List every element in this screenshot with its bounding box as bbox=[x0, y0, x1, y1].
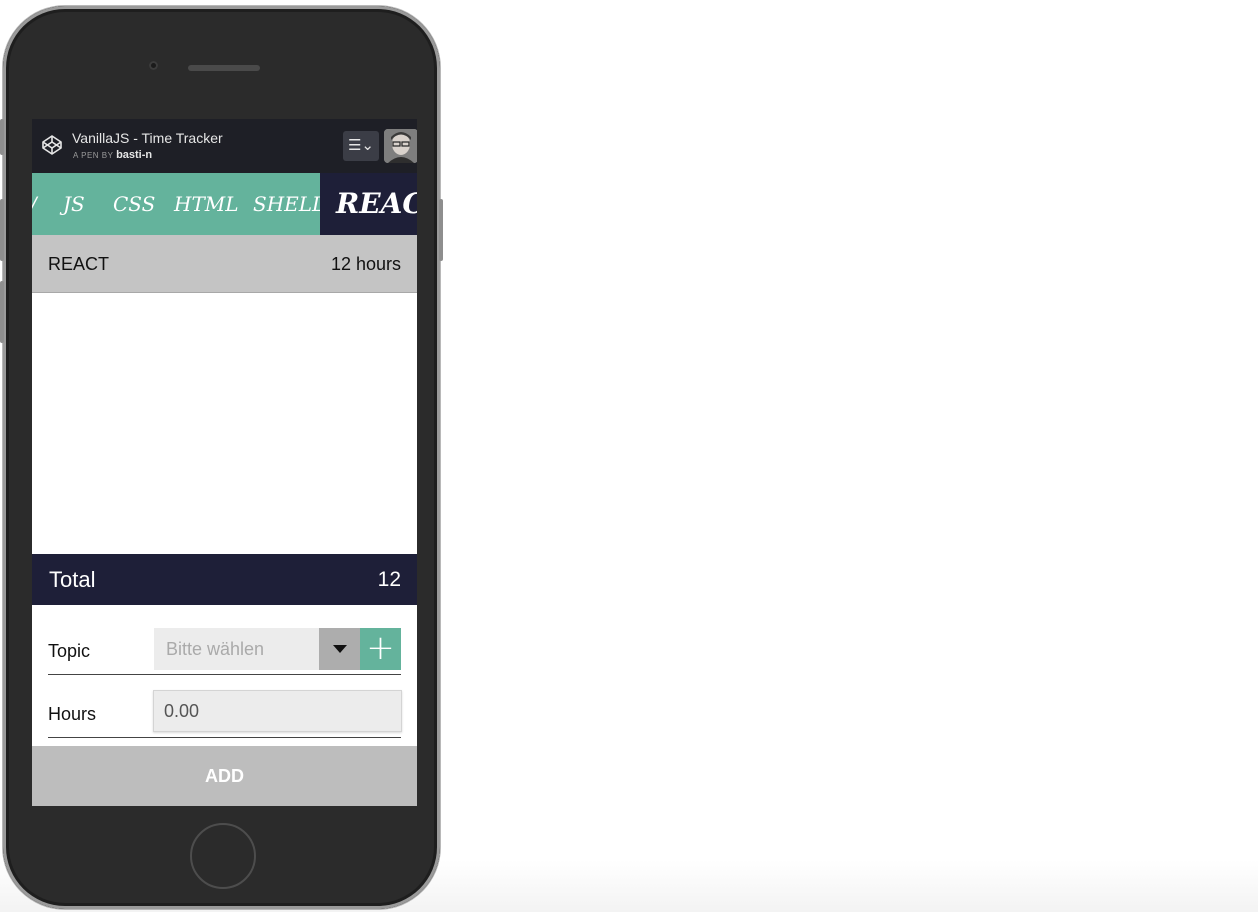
mute-switch bbox=[0, 119, 4, 155]
chevron-down-icon[interactable] bbox=[319, 628, 360, 670]
pen-author: A PEN BY basti-n bbox=[73, 149, 152, 161]
avatar-image bbox=[384, 129, 417, 163]
tab-partial[interactable]: / bbox=[32, 173, 37, 235]
front-camera bbox=[149, 61, 158, 70]
pen-title[interactable]: VanillaJS - Time Tracker bbox=[72, 130, 223, 146]
add-button[interactable]: ADD bbox=[32, 746, 417, 806]
avatar[interactable] bbox=[384, 129, 417, 163]
home-button[interactable] bbox=[190, 823, 256, 889]
topic-label: Topic bbox=[48, 641, 91, 661]
tab-css[interactable]: CSS bbox=[113, 173, 155, 235]
total-label: Total bbox=[49, 567, 96, 592]
hours-label: Hours bbox=[48, 704, 97, 724]
topic-select[interactable]: Bitte wählen bbox=[154, 628, 319, 670]
topic-hours: 12 hours bbox=[330, 254, 401, 274]
topic-tabs: / JS CSS HTML SHELL REACT bbox=[32, 173, 417, 235]
tab-shell[interactable]: SHELL bbox=[253, 173, 325, 235]
tab-js[interactable]: JS bbox=[63, 173, 85, 235]
hours-input[interactable] bbox=[153, 690, 402, 732]
total-bar: Total 12 bbox=[32, 554, 417, 605]
pen-by-prefix: A PEN BY bbox=[73, 151, 114, 160]
codepen-header: VanillaJS - Time Tracker A PEN BY basti-… bbox=[32, 119, 417, 173]
earpiece-speaker bbox=[188, 65, 260, 71]
codepen-logo-icon[interactable] bbox=[40, 133, 64, 157]
topic-summary-row: REACT 12 hours bbox=[32, 235, 417, 293]
pen-author-name[interactable]: basti-n bbox=[116, 149, 152, 161]
topic-name: REACT bbox=[48, 254, 110, 274]
power-button bbox=[439, 199, 443, 261]
volume-up-button bbox=[0, 199, 4, 261]
topic-field-row: Topic Bitte wählen + bbox=[48, 628, 401, 675]
volume-down-button bbox=[0, 281, 4, 343]
hours-field-row: Hours bbox=[48, 690, 402, 738]
tab-react[interactable]: REACT bbox=[320, 173, 417, 235]
total-value: 12 bbox=[377, 568, 401, 591]
tab-html[interactable]: HTML bbox=[174, 173, 239, 235]
phone-frame: VanillaJS - Time Tracker A PEN BY basti-… bbox=[0, 6, 443, 909]
app-screen: VanillaJS - Time Tracker A PEN BY basti-… bbox=[32, 119, 417, 806]
menu-toggle-icon[interactable]: ☰⌄ bbox=[343, 131, 379, 161]
add-topic-button[interactable]: + bbox=[360, 628, 401, 670]
